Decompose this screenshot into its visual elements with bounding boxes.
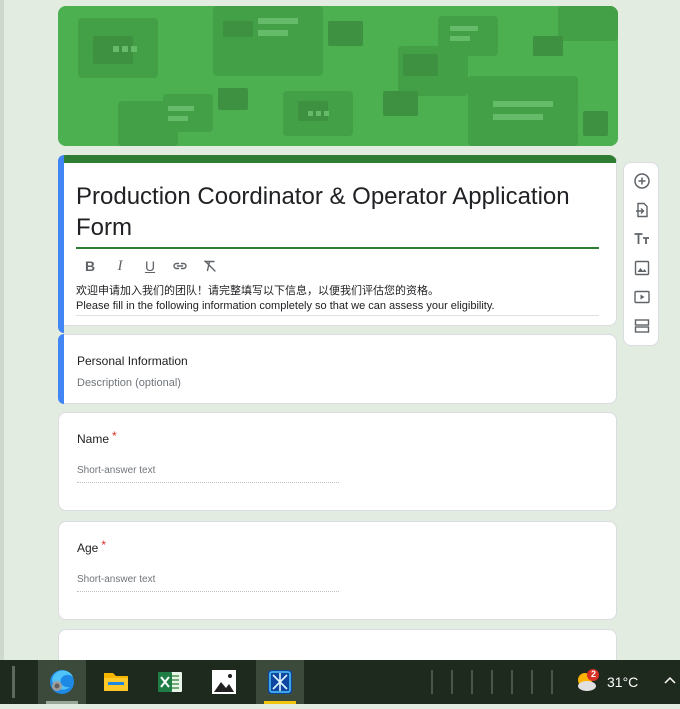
question-label: Name * bbox=[77, 429, 117, 446]
title-underline bbox=[76, 247, 599, 249]
short-answer-placeholder: Short-answer text bbox=[77, 465, 156, 476]
import-questions-icon[interactable] bbox=[633, 201, 651, 219]
short-answer-placeholder: Short-answer text bbox=[77, 574, 156, 585]
form-floating-toolbar bbox=[623, 162, 659, 346]
section-header-card[interactable]: Personal Information Description (option… bbox=[58, 334, 617, 404]
taskbar-excel[interactable] bbox=[146, 660, 194, 704]
add-video-icon[interactable] bbox=[633, 288, 651, 306]
bold-button[interactable]: B bbox=[82, 258, 98, 274]
section-indicator bbox=[58, 334, 64, 404]
clear-formatting-icon[interactable] bbox=[202, 258, 218, 274]
question-title: Name bbox=[77, 432, 110, 446]
answer-underline bbox=[77, 590, 339, 592]
header-pattern bbox=[58, 6, 618, 146]
form-title[interactable]: Production Coordinator & Operator Applic… bbox=[76, 181, 596, 243]
link-icon[interactable] bbox=[172, 258, 188, 274]
italic-button[interactable]: I bbox=[112, 258, 128, 274]
photos-icon bbox=[212, 670, 236, 694]
taskbar-hidden-area bbox=[431, 670, 553, 694]
app-icon bbox=[268, 670, 292, 694]
taskbar-photos[interactable] bbox=[200, 660, 248, 704]
taskbar-edge-browser[interactable] bbox=[38, 660, 86, 704]
notification-count: 2 bbox=[590, 669, 596, 679]
required-asterisk: * bbox=[112, 429, 117, 443]
active-card-indicator bbox=[58, 155, 64, 333]
taskbar-file-explorer[interactable] bbox=[92, 660, 140, 704]
edge-browser-icon bbox=[50, 670, 74, 694]
taskbar-active-app[interactable] bbox=[256, 660, 304, 704]
weather-widget-icon[interactable]: 2 bbox=[574, 668, 600, 694]
required-asterisk: * bbox=[101, 538, 107, 552]
text-format-toolbar: B I U bbox=[82, 256, 218, 276]
add-section-icon[interactable] bbox=[633, 317, 651, 335]
add-title-icon[interactable] bbox=[633, 230, 651, 248]
question-card-age[interactable]: Age * Short-answer text bbox=[58, 521, 617, 620]
description-chinese: 欢迎申请加入我们的团队！请完整填写以下信息，以便我们评估您的资格。 bbox=[76, 285, 439, 297]
section-description-input[interactable]: Description (optional) bbox=[77, 377, 181, 389]
window-edge bbox=[0, 0, 4, 660]
form-header-image bbox=[58, 6, 618, 146]
add-question-icon[interactable] bbox=[633, 172, 651, 190]
chevron-up-icon[interactable] bbox=[664, 672, 676, 688]
section-title[interactable]: Personal Information bbox=[77, 354, 188, 368]
answer-underline bbox=[77, 481, 339, 483]
excel-icon bbox=[158, 672, 182, 692]
underline-button[interactable]: U bbox=[142, 258, 158, 274]
folder-icon bbox=[104, 673, 128, 691]
question-label: Age * bbox=[77, 538, 107, 555]
taskbar-divider bbox=[12, 666, 15, 698]
form-description[interactable]: 欢迎申请加入我们的团队！请完整填写以下信息，以便我们评估您的资格。 Please… bbox=[76, 284, 601, 314]
question-title: Age bbox=[77, 541, 99, 555]
description-english: Please fill in the following information… bbox=[76, 300, 495, 312]
add-image-icon[interactable] bbox=[633, 259, 651, 277]
question-card-name[interactable]: Name * Short-answer text bbox=[58, 412, 617, 511]
description-underline bbox=[76, 315, 599, 316]
temperature[interactable]: 31°C bbox=[607, 674, 638, 690]
form-title-card[interactable]: Production Coordinator & Operator Applic… bbox=[58, 155, 617, 333]
